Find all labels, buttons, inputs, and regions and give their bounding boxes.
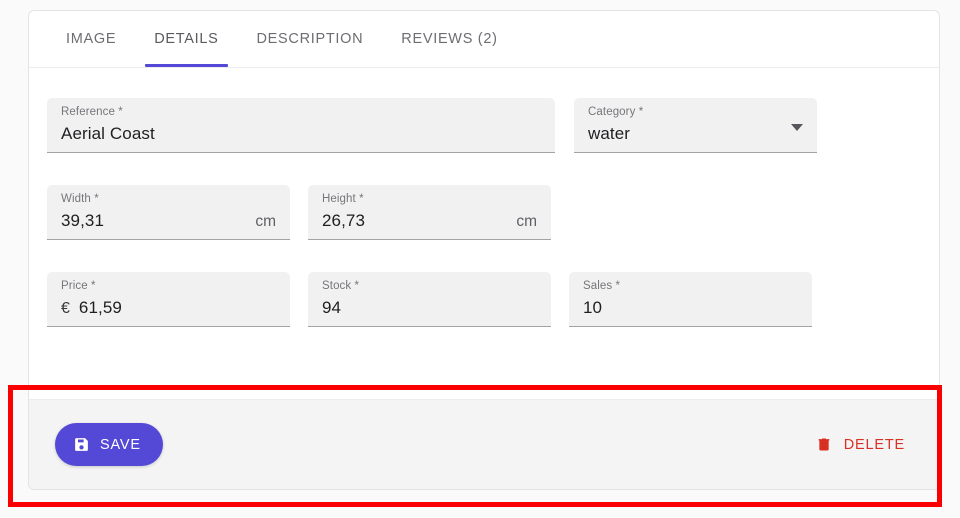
form-row-3: Price * € 61,59 Stock * 94 Sales * 10 bbox=[29, 272, 939, 327]
form-row-1: Reference * Aerial Coast Category * wate… bbox=[29, 98, 939, 153]
tab-bar: IMAGE DETAILS DESCRIPTION REVIEWS (2) bbox=[29, 11, 939, 68]
price-label: Price * bbox=[61, 279, 276, 294]
currency-symbol: € bbox=[61, 298, 70, 320]
width-value: 39,31 bbox=[61, 210, 104, 232]
width-field[interactable]: Width * 39,31 cm bbox=[47, 185, 290, 240]
width-unit: cm bbox=[255, 211, 276, 233]
delete-button-label: DELETE bbox=[844, 437, 905, 453]
details-form: Reference * Aerial Coast Category * wate… bbox=[29, 68, 939, 401]
delete-button[interactable]: DELETE bbox=[812, 430, 909, 459]
price-field[interactable]: Price * € 61,59 bbox=[47, 272, 290, 327]
save-floppy-icon bbox=[73, 436, 90, 453]
height-unit: cm bbox=[516, 211, 537, 233]
stock-field[interactable]: Stock * 94 bbox=[308, 272, 551, 327]
product-details-card: IMAGE DETAILS DESCRIPTION REVIEWS (2) Re… bbox=[28, 10, 940, 490]
chevron-down-icon[interactable] bbox=[791, 124, 803, 131]
reference-value: Aerial Coast bbox=[61, 123, 155, 145]
save-button[interactable]: SAVE bbox=[55, 423, 163, 466]
sales-label: Sales * bbox=[583, 279, 798, 294]
trash-icon bbox=[816, 436, 832, 453]
height-label: Height * bbox=[322, 192, 537, 207]
height-field[interactable]: Height * 26,73 cm bbox=[308, 185, 551, 240]
tab-description[interactable]: DESCRIPTION bbox=[238, 11, 383, 67]
price-value: 61,59 bbox=[79, 297, 122, 319]
tab-image-label: IMAGE bbox=[66, 31, 116, 47]
reference-label: Reference * bbox=[61, 105, 541, 120]
stock-value: 94 bbox=[322, 297, 341, 319]
tab-details[interactable]: DETAILS bbox=[135, 11, 237, 67]
form-actions-toolbar: SAVE DELETE bbox=[29, 399, 939, 489]
sales-value: 10 bbox=[583, 297, 602, 319]
reference-field[interactable]: Reference * Aerial Coast bbox=[47, 98, 555, 153]
tab-description-label: DESCRIPTION bbox=[257, 31, 364, 47]
tab-image[interactable]: IMAGE bbox=[47, 11, 135, 67]
tab-reviews-label: REVIEWS (2) bbox=[401, 31, 497, 47]
category-value: water bbox=[588, 123, 630, 145]
save-button-label: SAVE bbox=[100, 437, 141, 453]
form-row-2: Width * 39,31 cm Height * 26,73 cm bbox=[29, 185, 939, 240]
category-select[interactable]: Category * water bbox=[574, 98, 817, 153]
category-label: Category * bbox=[588, 105, 803, 120]
tab-details-label: DETAILS bbox=[154, 31, 218, 47]
height-value: 26,73 bbox=[322, 210, 365, 232]
tab-reviews[interactable]: REVIEWS (2) bbox=[382, 11, 516, 67]
stock-label: Stock * bbox=[322, 279, 537, 294]
width-label: Width * bbox=[61, 192, 276, 207]
sales-field[interactable]: Sales * 10 bbox=[569, 272, 812, 327]
